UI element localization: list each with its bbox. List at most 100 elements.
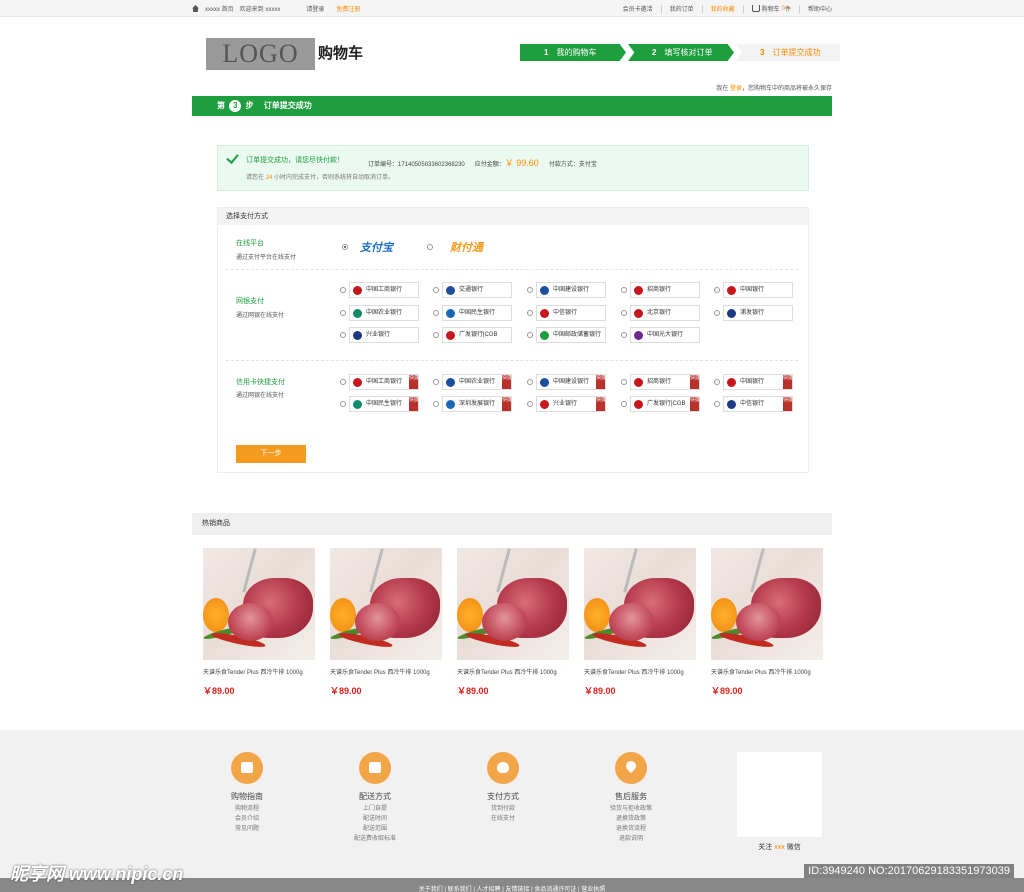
footer-link[interactable]: 货到付款	[453, 806, 553, 812]
home-link[interactable]: xxxxx 首页	[205, 4, 234, 13]
product-image[interactable]	[711, 548, 823, 660]
cart-link[interactable]: 购物车	[762, 4, 780, 13]
footer-link[interactable]: 退换货流程	[581, 826, 681, 832]
credit-bank-2[interactable]: 中国建设银行 快捷	[536, 374, 606, 390]
netbank-radio-9[interactable]	[714, 309, 720, 316]
footer-link[interactable]: 会员介绍	[197, 816, 297, 822]
netbank-bank-3[interactable]: 招商银行	[630, 282, 700, 298]
credit-bank-7[interactable]: 兴业银行 快捷	[536, 396, 606, 412]
next-step-button[interactable]: 下一步	[236, 445, 306, 463]
netbank-radio-1[interactable]	[433, 287, 439, 293]
credit-radio-1[interactable]	[433, 379, 439, 385]
footer-link[interactable]: 常见问题	[197, 826, 297, 832]
notice-login-link[interactable]: 登录	[730, 86, 742, 92]
netbank-bank-8[interactable]: 北京银行	[630, 304, 700, 321]
credit-bank-8[interactable]: 广发银行|CGB 快捷	[630, 396, 700, 412]
netbank-bank-9[interactable]: 浦发银行	[723, 304, 793, 321]
netbank-radio-10[interactable]	[340, 332, 346, 338]
credit-bank-6[interactable]: 深圳发展银行 快捷	[442, 396, 512, 412]
footer-link[interactable]: 购物流程	[197, 806, 297, 812]
credit-radio-4[interactable]	[714, 379, 720, 385]
netbank-bank-12[interactable]: 中国邮政储蓄银行	[536, 327, 606, 343]
alipay-logo[interactable]: 支付宝	[360, 239, 393, 255]
footer-link[interactable]: 验货与拒收政策	[581, 806, 681, 812]
netbank-bank-13[interactable]: 中国光大银行	[630, 327, 700, 343]
footer-link[interactable]: 退换货政策	[581, 816, 681, 822]
footer-link[interactable]: 配送费收取标准	[325, 836, 425, 842]
netbank-radio-11[interactable]	[433, 332, 439, 338]
credit-bank-5[interactable]: 中国民生银行 快捷	[349, 396, 419, 412]
member-link[interactable]: 会员卡邀活	[623, 4, 653, 13]
payment-method-panel: 选择支付方式 在线平台 通过支付平台在线支付 支付宝 财付通 网银支付 通过网银…	[217, 207, 809, 473]
product-name[interactable]: 天谱乐食Tender Plus 西冷牛排 1000g	[584, 667, 698, 676]
help-link[interactable]: 帮助中心	[808, 4, 832, 13]
netbank-bank-11[interactable]: 广发银行|CGB	[442, 327, 512, 343]
netbank-radio-0[interactable]	[340, 287, 346, 293]
credit-bank-1[interactable]: 中国农业银行 快捷	[442, 374, 512, 390]
product-image[interactable]	[203, 548, 315, 660]
product-card[interactable]: 天谱乐食Tender Plus 西冷牛排 1000g ￥89.00	[457, 548, 571, 697]
product-card[interactable]: 天谱乐食Tender Plus 西冷牛排 1000g ￥89.00	[584, 548, 698, 697]
product-name[interactable]: 天谱乐食Tender Plus 西冷牛排 1000g	[711, 667, 825, 676]
credit-radio-8[interactable]	[621, 401, 627, 407]
online-platform-desc: 通过支付平台在线支付	[236, 255, 297, 261]
home-icon[interactable]	[192, 5, 199, 12]
product-name[interactable]: 天谱乐食Tender Plus 西冷牛排 1000g	[203, 667, 317, 676]
my-orders-link[interactable]: 我的订单	[670, 4, 694, 13]
footer-link[interactable]: 上门自提	[325, 806, 425, 812]
netbank-bank-0[interactable]: 中国工商银行	[349, 282, 419, 298]
progress-steps: 1 我的购物车 2 填写核对订单 3 订单提交成功	[520, 44, 840, 61]
alipay-radio[interactable]	[342, 244, 348, 250]
netbank-radio-13[interactable]	[621, 332, 627, 338]
footer-link[interactable]: 退款说明	[581, 836, 681, 842]
credit-radio-0[interactable]	[340, 379, 346, 385]
credit-radio-2[interactable]	[527, 379, 533, 385]
product-image[interactable]	[330, 548, 442, 660]
pay-method: 支付宝	[578, 162, 597, 168]
tenpay-logo[interactable]: 财付通	[450, 239, 483, 255]
netbank-bank-6[interactable]: 中国民生银行	[442, 304, 512, 321]
tenpay-radio[interactable]	[427, 244, 433, 250]
login-link[interactable]: 请登录	[306, 4, 324, 13]
netbank-radio-2[interactable]	[527, 287, 533, 293]
product-card[interactable]: 天谱乐食Tender Plus 西冷牛排 1000g ￥89.00	[203, 548, 317, 697]
netbank-bank-2[interactable]: 中国建设银行	[536, 282, 606, 298]
netbank-radio-12[interactable]	[527, 332, 533, 338]
netbank-radio-8[interactable]	[621, 309, 627, 316]
credit-radio-7[interactable]	[527, 401, 533, 407]
my-collect-link[interactable]: 我的收藏	[711, 4, 735, 13]
credit-quickpay-desc: 通过网银在线支付	[236, 393, 285, 399]
credit-bank-0[interactable]: 中国工商银行 快捷	[349, 374, 419, 390]
product-image[interactable]	[584, 548, 696, 660]
credit-radio-5[interactable]	[340, 401, 346, 407]
footer-link[interactable]: 在线支付	[453, 816, 553, 822]
credit-bank-3[interactable]: 招商银行 快捷	[630, 374, 700, 390]
credit-bank-9[interactable]: 中信银行 快捷	[723, 396, 793, 412]
netbank-bank-1[interactable]: 交通银行	[442, 282, 512, 298]
netbank-bank-10[interactable]: 兴业银行	[349, 327, 419, 343]
credit-bank-4[interactable]: 中国银行 快捷	[723, 374, 793, 390]
credit-radio-3[interactable]	[621, 379, 627, 385]
footer-link[interactable]: 配送范围	[325, 826, 425, 832]
netbank-bank-4[interactable]: 中国银行	[723, 282, 793, 298]
credit-radio-6[interactable]	[433, 401, 439, 407]
netbank-radio-3[interactable]	[621, 287, 627, 293]
netbank-radio-4[interactable]	[714, 287, 720, 293]
product-card[interactable]: 天谱乐食Tender Plus 西冷牛排 1000g ￥89.00	[330, 548, 444, 697]
netbank-radio-7[interactable]	[527, 309, 533, 316]
credit-radio-9[interactable]	[714, 401, 720, 407]
footer-link[interactable]: 配送时间	[325, 816, 425, 822]
register-link[interactable]: 免费注册	[336, 4, 360, 13]
netbank-radio-5[interactable]	[340, 309, 346, 316]
netbank-radio-6[interactable]	[433, 309, 439, 316]
netbank-bank-5[interactable]: 中国农业银行	[349, 304, 419, 321]
product-name[interactable]: 天谱乐食Tender Plus 西冷牛排 1000g	[330, 667, 444, 676]
product-image[interactable]	[457, 548, 569, 660]
site-logo[interactable]: LOGO	[206, 38, 315, 70]
product-name[interactable]: 天谱乐食Tender Plus 西冷牛排 1000g	[457, 667, 571, 676]
credit-quickpay-section: 信用卡快捷支付 通过网银在线支付	[218, 361, 808, 431]
netbank-bank-7[interactable]: 中信银行	[536, 304, 606, 321]
payment-deadline-note: 请您在 24 小时内完成支付，否则系统将自动取消订单。	[246, 175, 395, 181]
order-number: 17140505033602368230	[398, 162, 465, 168]
product-card[interactable]: 天谱乐食Tender Plus 西冷牛排 1000g ￥89.00	[711, 548, 825, 697]
